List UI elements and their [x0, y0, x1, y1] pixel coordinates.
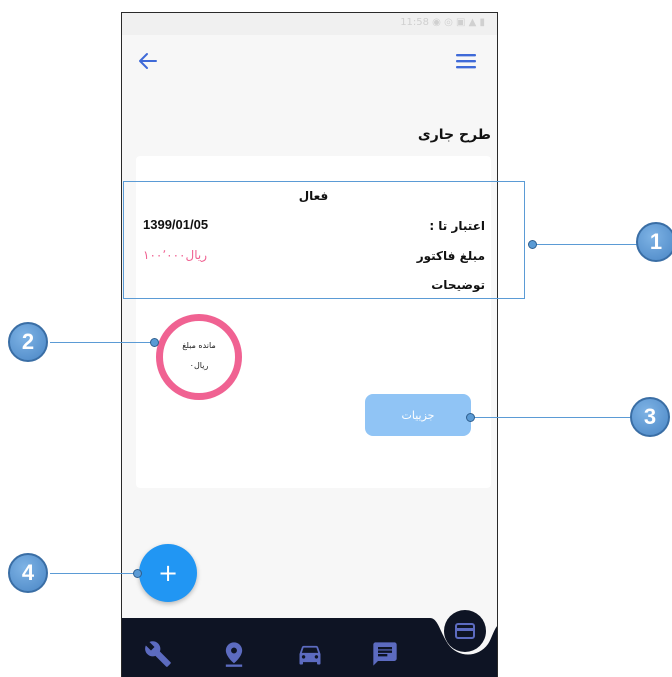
details-button[interactable]: جزییات	[365, 394, 471, 436]
callout-line-3	[470, 417, 633, 418]
nav-item-location[interactable]	[220, 640, 248, 668]
nav-item-service[interactable]	[144, 640, 172, 668]
bottom-navigation	[122, 618, 497, 677]
remaining-amount-value: ریال۰	[189, 361, 209, 370]
wrench-icon	[145, 641, 171, 667]
nav-item-car[interactable]	[296, 640, 324, 668]
callout-highlight-box	[123, 181, 525, 299]
status-bar: 11:58 ◉ ◎ ▣ ▲ ▮	[122, 13, 497, 35]
callout-dot-2	[150, 338, 159, 347]
hamburger-menu-icon	[456, 54, 476, 69]
callout-dot-3	[466, 413, 475, 422]
callout-dot-4	[133, 569, 142, 578]
remaining-amount-title: مانده مبلغ	[182, 341, 216, 350]
location-pin-icon	[225, 642, 243, 667]
callout-badge-4: 4	[8, 553, 48, 593]
car-icon	[299, 645, 321, 665]
callout-dot-1	[528, 240, 537, 249]
callout-badge-1: 1	[636, 222, 672, 262]
arrow-left-icon	[139, 53, 157, 69]
callout-line-1	[532, 244, 637, 245]
add-button[interactable]: +	[139, 544, 197, 602]
callout-badge-3: 3	[630, 397, 670, 437]
chat-icon	[373, 642, 397, 666]
callout-line-2	[50, 342, 154, 343]
phone-screen: 11:58 ◉ ◎ ▣ ▲ ▮ طرح جاری فعال اعتبار تا …	[121, 12, 498, 677]
callout-badge-2: 2	[8, 322, 48, 362]
remaining-amount-ring: مانده مبلغ ریال۰	[156, 314, 242, 400]
nav-item-plans[interactable]	[444, 610, 486, 652]
back-button[interactable]	[136, 49, 160, 73]
menu-button[interactable]	[455, 51, 477, 71]
nav-item-messages[interactable]	[371, 640, 399, 668]
status-bar-text: 11:58 ◉ ◎ ▣ ▲ ▮	[400, 17, 485, 28]
credit-card-icon	[455, 623, 475, 639]
section-title: طرح جاری	[417, 127, 491, 143]
callout-line-4	[50, 573, 140, 574]
